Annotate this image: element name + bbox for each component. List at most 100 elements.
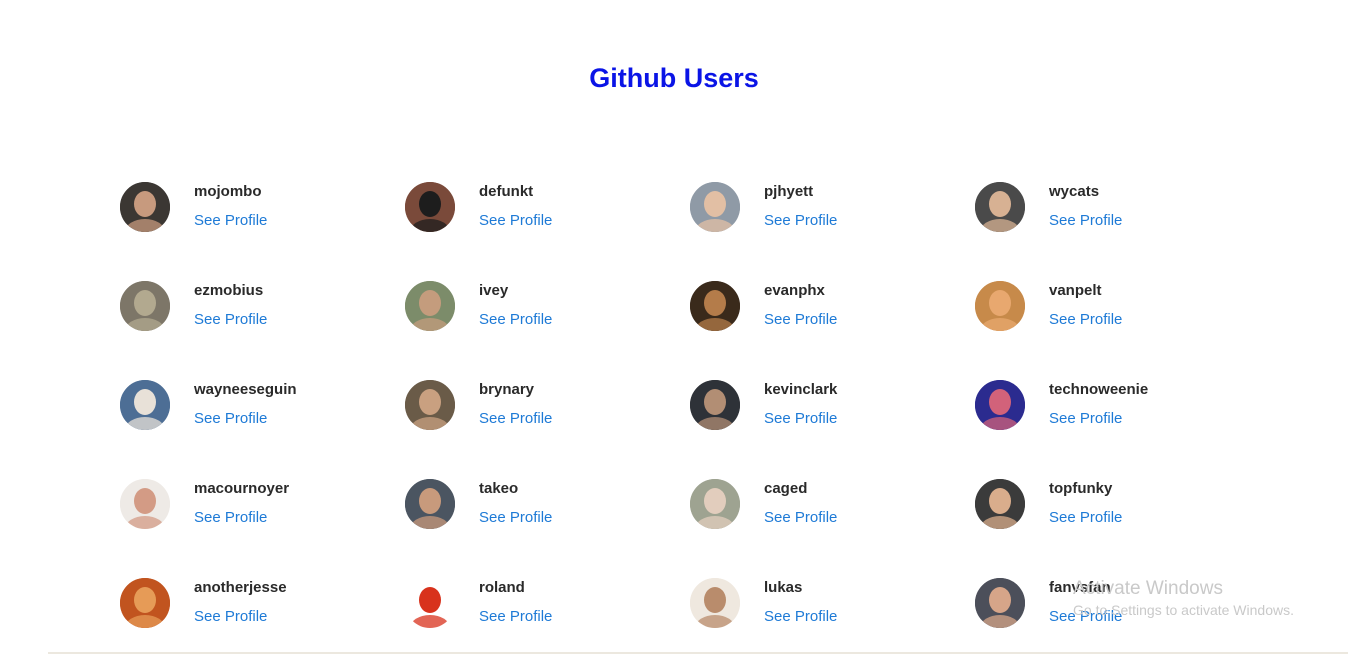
user-card: fanvsfan See Profile [975, 578, 1260, 628]
username: kevinclark [764, 381, 838, 398]
user-card-text: caged See Profile [764, 479, 837, 528]
username: roland [479, 579, 525, 596]
user-card-text: vanpelt See Profile [1049, 281, 1122, 330]
user-card: anotherjesse See Profile [120, 578, 405, 628]
user-card: evanphx See Profile [690, 281, 975, 331]
user-avatar [975, 578, 1025, 628]
user-card: brynary See Profile [405, 380, 690, 430]
user-avatar [405, 479, 455, 529]
username: brynary [479, 381, 535, 398]
user-card: roland See Profile [405, 578, 690, 628]
username: ivey [479, 282, 509, 299]
user-grid: mojombo See Profile defunkt See Profile pjhy… [120, 182, 1260, 654]
username: evanphx [764, 282, 825, 299]
user-avatar [690, 182, 740, 232]
see-profile-link[interactable]: See Profile [479, 508, 552, 528]
user-card-text: topfunky See Profile [1049, 479, 1122, 528]
username: defunkt [479, 183, 534, 200]
see-profile-link[interactable]: See Profile [194, 607, 287, 627]
see-profile-link[interactable]: See Profile [764, 211, 837, 231]
see-profile-link[interactable]: See Profile [764, 508, 837, 528]
user-card: ivey See Profile [405, 281, 690, 331]
user-card: defunkt See Profile [405, 182, 690, 232]
user-card-text: wycats See Profile [1049, 182, 1122, 231]
username: wayneeseguin [194, 381, 297, 398]
user-card-text: ivey See Profile [479, 281, 552, 330]
user-avatar [690, 281, 740, 331]
user-card-text: fanvsfan See Profile [1049, 578, 1122, 627]
see-profile-link[interactable]: See Profile [479, 607, 552, 627]
user-card-text: mojombo See Profile [194, 182, 267, 231]
user-avatar [120, 182, 170, 232]
user-card: wayneeseguin See Profile [120, 380, 405, 430]
username: wycats [1049, 183, 1100, 200]
see-profile-link[interactable]: See Profile [194, 508, 289, 528]
see-profile-link[interactable]: See Profile [194, 310, 267, 330]
user-card: takeo See Profile [405, 479, 690, 529]
see-profile-link[interactable]: See Profile [194, 211, 267, 231]
see-profile-link[interactable]: See Profile [1049, 409, 1148, 429]
username: topfunky [1049, 480, 1113, 497]
user-avatar [120, 281, 170, 331]
see-profile-link[interactable]: See Profile [194, 409, 297, 429]
user-avatar [690, 578, 740, 628]
user-avatar [975, 479, 1025, 529]
user-card: technoweenie See Profile [975, 380, 1260, 430]
user-card: lukas See Profile [690, 578, 975, 628]
user-avatar [690, 380, 740, 430]
page: Github Users mojombo See Profile defunkt Se… [0, 0, 1348, 654]
username: mojombo [194, 183, 262, 200]
user-avatar [405, 578, 455, 628]
username: lukas [764, 579, 803, 596]
see-profile-link[interactable]: See Profile [764, 607, 837, 627]
user-card-text: defunkt See Profile [479, 182, 552, 231]
see-profile-link[interactable]: See Profile [479, 211, 552, 231]
see-profile-link[interactable]: See Profile [764, 409, 837, 429]
user-card: wycats See Profile [975, 182, 1260, 232]
see-profile-link[interactable]: See Profile [1049, 607, 1122, 627]
username: caged [764, 480, 808, 497]
username: macournoyer [194, 480, 290, 497]
user-card-text: evanphx See Profile [764, 281, 837, 330]
user-card: mojombo See Profile [120, 182, 405, 232]
user-avatar [975, 380, 1025, 430]
user-avatar [120, 479, 170, 529]
user-card-text: takeo See Profile [479, 479, 552, 528]
username: technoweenie [1049, 381, 1149, 398]
user-card-text: kevinclark See Profile [764, 380, 837, 429]
user-card-text: anotherjesse See Profile [194, 578, 287, 627]
user-avatar [690, 479, 740, 529]
user-card-text: roland See Profile [479, 578, 552, 627]
username: takeo [479, 480, 519, 497]
user-card: vanpelt See Profile [975, 281, 1260, 331]
page-title: Github Users [589, 63, 759, 93]
see-profile-link[interactable]: See Profile [1049, 310, 1122, 330]
username: anotherjesse [194, 579, 287, 596]
see-profile-link[interactable]: See Profile [1049, 508, 1122, 528]
user-avatar [120, 578, 170, 628]
user-card-text: technoweenie See Profile [1049, 380, 1148, 429]
see-profile-link[interactable]: See Profile [479, 409, 552, 429]
user-card: macournoyer See Profile [120, 479, 405, 529]
user-card-text: lukas See Profile [764, 578, 837, 627]
user-card: pjhyett See Profile [690, 182, 975, 232]
see-profile-link[interactable]: See Profile [764, 310, 837, 330]
user-card-text: pjhyett See Profile [764, 182, 837, 231]
username: vanpelt [1049, 282, 1102, 299]
see-profile-link[interactable]: See Profile [1049, 211, 1122, 231]
user-avatar [120, 380, 170, 430]
see-profile-link[interactable]: See Profile [479, 310, 552, 330]
user-card-text: wayneeseguin See Profile [194, 380, 297, 429]
user-avatar [405, 182, 455, 232]
username: pjhyett [764, 183, 814, 200]
user-card-text: ezmobius See Profile [194, 281, 267, 330]
user-avatar [405, 380, 455, 430]
user-avatar [405, 281, 455, 331]
user-card-text: macournoyer See Profile [194, 479, 289, 528]
user-card-text: brynary See Profile [479, 380, 552, 429]
user-card: caged See Profile [690, 479, 975, 529]
username: fanvsfan [1049, 579, 1111, 596]
user-avatar [975, 281, 1025, 331]
user-card: topfunky See Profile [975, 479, 1260, 529]
user-avatar [975, 182, 1025, 232]
